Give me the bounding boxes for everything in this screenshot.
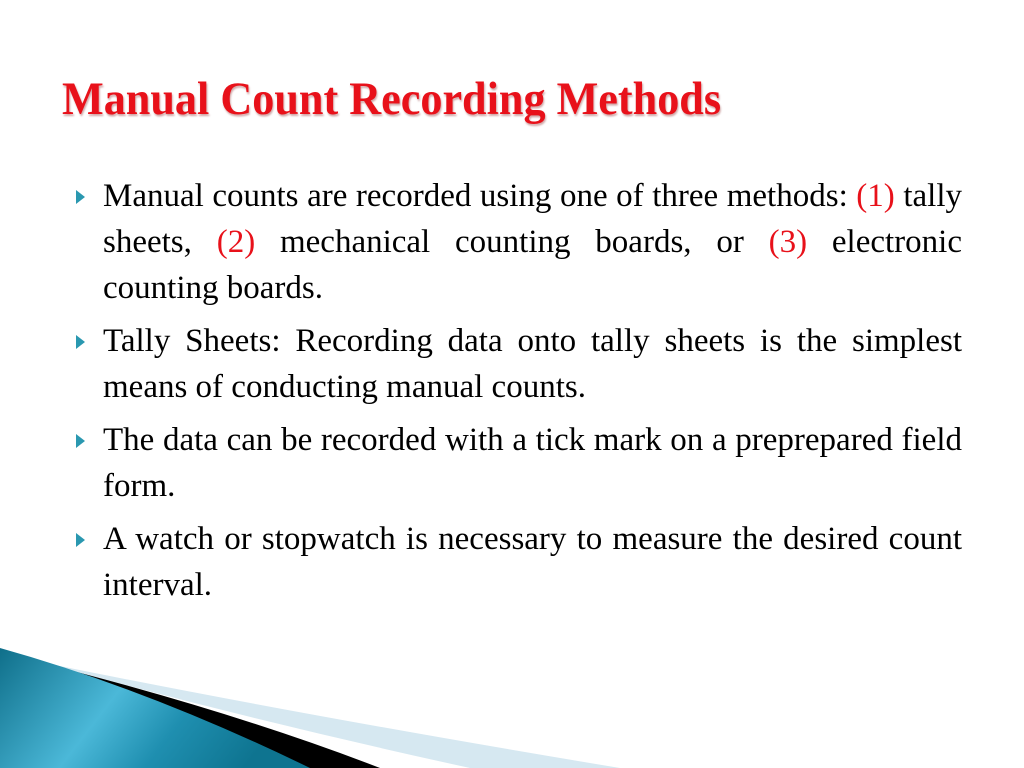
bullet-text: Tally Sheets: Recording data onto tally … bbox=[103, 323, 962, 405]
bullet-text: Manual counts are recorded using one of … bbox=[103, 178, 962, 306]
bullet-item: Tally Sheets: Recording data onto tally … bbox=[70, 318, 962, 410]
bullet-list: Manual counts are recorded using one of … bbox=[70, 173, 962, 615]
slide-title: Manual Count Recording Methods bbox=[62, 73, 722, 125]
triangle-bullet-icon bbox=[76, 190, 85, 204]
bullet-item: A watch or stopwatch is necessary to mea… bbox=[70, 516, 962, 608]
bullet-text: The data can be recorded with a tick mar… bbox=[103, 422, 962, 504]
light-blue-band bbox=[40, 662, 620, 768]
teal-wave bbox=[0, 648, 310, 768]
triangle-bullet-icon bbox=[76, 434, 85, 448]
highlighted-number: (3) bbox=[768, 224, 808, 260]
triangle-bullet-icon bbox=[76, 335, 85, 349]
highlighted-number: (1) bbox=[856, 178, 895, 214]
highlighted-number: (2) bbox=[216, 224, 256, 260]
bullet-item: The data can be recorded with a tick mar… bbox=[70, 417, 962, 509]
bullet-text: A watch or stopwatch is necessary to mea… bbox=[103, 521, 962, 603]
black-band bbox=[30, 660, 380, 768]
text-run: mechanical counting boards, or bbox=[255, 224, 769, 260]
bullet-item: Manual counts are recorded using one of … bbox=[70, 173, 962, 311]
slide: Manual Count Recording Methods Manual co… bbox=[0, 0, 1024, 768]
text-run: Manual counts are recorded using one of … bbox=[103, 178, 857, 214]
triangle-bullet-icon bbox=[76, 533, 85, 547]
